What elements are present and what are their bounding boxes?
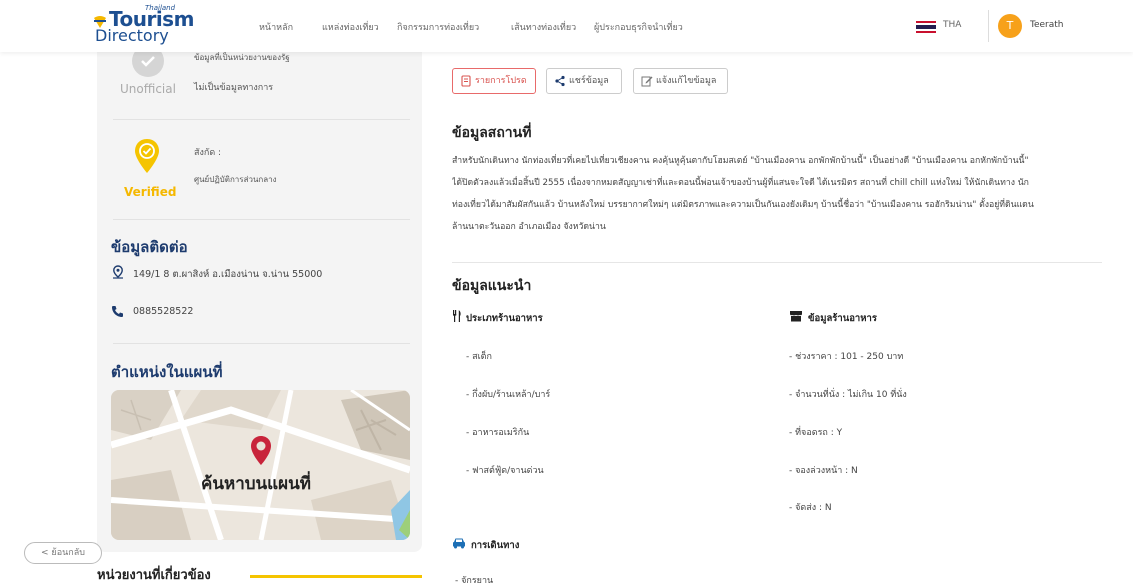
unofficial-note: ข้อมูลที่เป็นหน่วยงานของรัฐ xyxy=(194,53,290,62)
restaurant-info-item: - จัดส่ง : N xyxy=(789,503,832,513)
place-info-title: ข้อมูลสถานที่ xyxy=(452,125,532,141)
restaurant-info-title: ข้อมูลร้านอาหาร xyxy=(808,313,877,324)
unofficial-text: ไม่เป็นข้อมูลทางการ xyxy=(194,83,274,93)
restaurant-info-item: - ช่วงราคา : 101 - 250 บาท xyxy=(789,352,904,362)
map-search-label[interactable]: ค้นหาบนแผนที่ xyxy=(201,470,311,497)
bookmark-icon xyxy=(461,75,471,87)
restaurant-info-item: - จำนวนที่นั่ง : ไม่เกิน 10 ที่นั่ง xyxy=(789,390,907,400)
description-line: ได้ปิดตัวลงแล้วเมื่อสิ้นปี 2555 เนื่องจา… xyxy=(452,178,1029,188)
restaurant-info-item: - จองล่วงหน้า : N xyxy=(789,466,858,476)
restaurant-type-title: ประเภทร้านอาหาร xyxy=(466,313,543,324)
related-agencies-title: หน่วยงานที่เกี่ยวข้อง xyxy=(97,568,211,583)
section-divider xyxy=(452,262,1102,263)
report-edit-button-label: แจ้งแก้ไขข้อมูล xyxy=(656,76,717,86)
contact-address: 149/1 8 ต.ผาสิงห์ อ.เมืองน่าน จ.น่าน 550… xyxy=(133,269,323,280)
car-icon xyxy=(453,538,465,549)
verified-affiliation: สังกัด : xyxy=(194,148,222,158)
restaurant-type-item: - ฟาสต์ฟู้ด/จานด่วน xyxy=(466,466,544,476)
verified-badge-icon xyxy=(135,139,159,173)
location-pin-icon xyxy=(113,265,123,279)
nav-routes[interactable]: เส้นทางท่องเที่ยว xyxy=(511,20,576,34)
logo-line2: Directory xyxy=(95,26,169,45)
restaurant-info-item: - ที่จอดรถ : Y xyxy=(789,428,843,438)
user-name[interactable]: Teerath xyxy=(1030,20,1064,30)
nav-tour-operators[interactable]: ผู้ประกอบธุรกิจนำเที่ยว xyxy=(594,20,683,34)
restaurant-type-item: - สเต็ก xyxy=(466,352,492,362)
nav-home[interactable]: หน้าหลัก xyxy=(259,20,293,34)
description-line: สำหรับนักเดินทาง นักท่องเที่ยวที่เคยไปเท… xyxy=(452,156,1029,166)
sidebar-divider xyxy=(113,219,410,220)
travel-title: การเดินทาง xyxy=(471,540,520,551)
thai-flag-icon[interactable] xyxy=(916,21,936,33)
report-edit-button[interactable]: แจ้งแก้ไขข้อมูล xyxy=(633,68,728,94)
site-logo[interactable]: Thailand Tourism Directory xyxy=(93,4,194,46)
description-line: ล้านนาตะวันออก อำเภอเมือง จังหวัดน่าน xyxy=(452,222,606,232)
description-line: ท่องเที่ยวได้มาสัมผัสกันแล้ว บ้านหลังใหม… xyxy=(452,200,1034,210)
favorite-button[interactable]: รายการโปรด xyxy=(452,68,536,94)
nav-attractions[interactable]: แหล่งท่องเที่ยว xyxy=(322,20,379,34)
recommend-title: ข้อมูลแนะนำ xyxy=(452,278,532,294)
nav-divider xyxy=(988,10,989,42)
map-title: ตำแหน่งในแผนที่ xyxy=(111,363,223,381)
store-icon xyxy=(790,311,802,322)
sidebar-divider xyxy=(113,119,410,120)
unofficial-label: Unofficial xyxy=(120,82,176,96)
contact-phone[interactable]: 0885528522 xyxy=(133,306,193,317)
contact-title: ข้อมูลติดต่อ xyxy=(111,238,188,256)
top-navbar: Thailand Tourism Directory หน้าหลัก แหล่… xyxy=(0,0,1133,52)
travel-item: - จักรยาน xyxy=(455,576,494,586)
map-pin-icon xyxy=(251,436,271,465)
map-thumbnail[interactable]: ค้นหาบนแผนที่ xyxy=(111,390,410,540)
share-button-label: แชร์ข้อมูล xyxy=(569,76,609,86)
verified-org: ศูนย์ปฏิบัติการส่วนกลาง xyxy=(194,175,277,184)
sidebar-divider xyxy=(113,343,410,344)
user-avatar[interactable]: T xyxy=(998,14,1022,38)
language-selector[interactable]: THA xyxy=(943,20,961,30)
nav-activities[interactable]: กิจกรรมการท่องเที่ยว xyxy=(397,20,479,34)
favorite-button-label: รายการโปรด xyxy=(475,76,527,86)
place-description: สำหรับนักเดินทาง นักท่องเที่ยวที่เคยไปเท… xyxy=(452,150,1102,238)
restaurant-type-item: - กึ่งผับ/ร้านเหล้า/บาร์ xyxy=(466,390,551,400)
utensils-icon xyxy=(453,310,461,322)
edit-icon xyxy=(641,76,653,87)
title-underline xyxy=(250,575,422,578)
share-icon xyxy=(555,75,565,87)
verified-label: Verified xyxy=(124,185,177,199)
restaurant-type-item: - อาหารอเมริกัน xyxy=(466,428,530,438)
back-button[interactable]: < ย้อนกลับ xyxy=(24,542,102,564)
share-button[interactable]: แชร์ข้อมูล xyxy=(546,68,622,94)
phone-icon xyxy=(112,306,123,317)
